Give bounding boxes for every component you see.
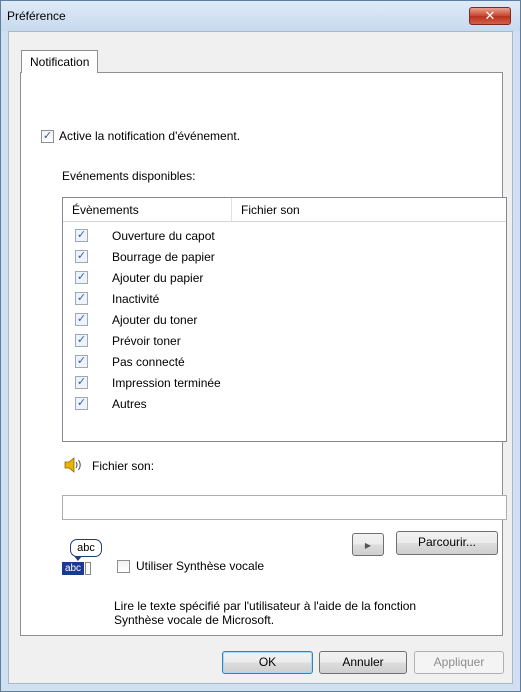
event-checkbox[interactable]: ✓	[75, 376, 88, 389]
cursor-box	[85, 562, 91, 575]
event-label[interactable]: Autres	[112, 397, 147, 411]
play-icon: ▶	[364, 541, 372, 550]
event-label[interactable]: Ajouter du toner	[112, 313, 197, 327]
event-checkbox[interactable]: ✓	[75, 250, 88, 263]
speech-bubble-icon: abc abc	[62, 539, 104, 577]
column-header-sound-file[interactable]: Fichier son	[241, 203, 300, 217]
window-title: Préférence	[7, 9, 66, 23]
event-checkbox[interactable]: ✓	[75, 271, 88, 284]
event-checkbox[interactable]: ✓	[75, 397, 88, 410]
column-header-events[interactable]: Évènements	[72, 203, 139, 217]
tts-checkbox[interactable]	[117, 560, 130, 573]
preference-dialog: Préférence ✕ Notification ✓ Active la no…	[0, 0, 521, 692]
available-events-label: Evénements disponibles:	[62, 169, 196, 183]
sound-file-input[interactable]	[62, 495, 507, 520]
event-label[interactable]: Ajouter du papier	[112, 271, 203, 285]
notification-panel: ✓ Active la notification d'événement. Ev…	[20, 72, 507, 636]
ok-button[interactable]: OK	[222, 651, 313, 674]
event-checkbox[interactable]: ✓	[75, 313, 88, 326]
speaker-icon	[64, 457, 84, 476]
browse-button[interactable]: Parcourir...	[396, 531, 498, 555]
event-checkbox[interactable]: ✓	[75, 334, 88, 347]
event-label[interactable]: Ouverture du capot	[112, 229, 215, 243]
event-label[interactable]: Bourrage de papier	[112, 250, 215, 264]
cancel-button[interactable]: Annuler	[319, 651, 407, 674]
event-checkbox[interactable]: ✓	[75, 229, 88, 242]
event-label[interactable]: Inactivité	[112, 292, 159, 306]
tts-description: Lire le texte spécifié par l'utilisateur…	[114, 599, 417, 627]
event-label[interactable]: Pas connecté	[112, 355, 185, 369]
enable-notification-label: Active la notification d'événement.	[59, 129, 241, 143]
event-label[interactable]: Prévoir toner	[112, 334, 181, 348]
dialog-client-area: Notification ✓ Active la notification d'…	[8, 31, 513, 684]
title-bar[interactable]: Préférence ✕	[1, 1, 520, 31]
event-checkbox[interactable]: ✓	[75, 292, 88, 305]
tab-notification[interactable]: Notification	[21, 50, 99, 73]
play-sound-button[interactable]: ▶	[352, 533, 384, 556]
events-list[interactable]: Évènements Fichier son ✓ Ouverture du ca…	[62, 197, 507, 442]
event-checkbox[interactable]: ✓	[75, 355, 88, 368]
sound-file-label: Fichier son:	[92, 459, 155, 473]
bubble-tail	[74, 556, 82, 561]
column-separator[interactable]	[231, 198, 232, 221]
close-button[interactable]: ✕	[469, 7, 511, 25]
event-label[interactable]: Impression terminée	[112, 376, 221, 390]
tts-label: Utiliser Synthèse vocale	[136, 559, 265, 573]
enable-notification-checkbox[interactable]: ✓	[41, 130, 54, 143]
events-list-header: Évènements Fichier son	[63, 198, 506, 222]
apply-button[interactable]: Appliquer	[414, 651, 504, 674]
